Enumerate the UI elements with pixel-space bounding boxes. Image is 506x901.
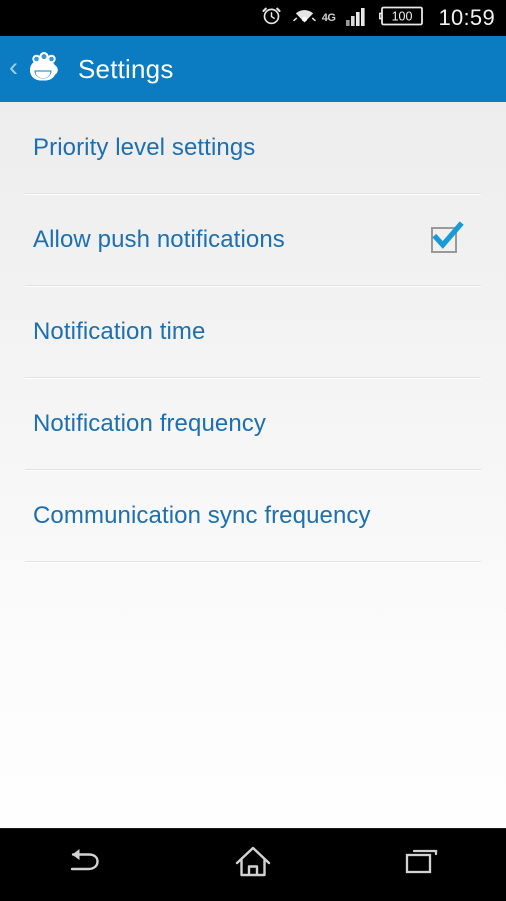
settings-list: Priority level settings Allow push notif… — [0, 102, 506, 828]
battery-icon: 100 — [379, 5, 425, 32]
row-label: Allow push notifications — [33, 225, 285, 253]
push-notifications-checkbox[interactable] — [431, 220, 464, 253]
svg-text:100: 100 — [392, 9, 413, 23]
list-divider — [25, 561, 481, 562]
app-mascot-icon[interactable] — [23, 49, 63, 89]
recents-button[interactable] — [377, 829, 467, 901]
row-notification-time[interactable]: Notification time — [0, 286, 506, 377]
signal-bars-icon — [346, 6, 368, 31]
row-label: Communication sync frequency — [33, 501, 371, 529]
back-button[interactable] — [39, 829, 129, 901]
navigation-bar — [0, 828, 506, 900]
row-label: Notification frequency — [33, 409, 266, 437]
action-bar: ‹ Settings — [0, 36, 506, 102]
row-label: Notification time — [33, 317, 206, 345]
row-allow-push-notifications[interactable]: Allow push notifications — [0, 194, 506, 285]
page-title: Settings — [78, 53, 174, 84]
home-button[interactable] — [208, 829, 298, 901]
status-bar-clock: 10:59 — [438, 5, 495, 30]
row-priority-level-settings[interactable]: Priority level settings — [0, 102, 506, 193]
back-chevron-icon[interactable]: ‹ — [7, 54, 22, 84]
network-4g-icon: 4G — [321, 12, 336, 24]
row-communication-sync-frequency[interactable]: Communication sync frequency — [0, 470, 506, 561]
status-bar: 4G 100 10:59 — [0, 0, 506, 36]
recent-apps-icon — [403, 846, 441, 883]
status-bar-icons: 4G 100 — [261, 5, 426, 32]
wifi-icon — [292, 6, 316, 31]
row-label: Priority level settings — [33, 133, 256, 161]
home-icon — [233, 844, 273, 885]
phone-screen: 4G 100 10:59 ‹ Settings Priority level s… — [0, 0, 506, 900]
row-notification-frequency[interactable]: Notification frequency — [0, 378, 506, 469]
back-arrow-icon — [63, 845, 105, 884]
alarm-clock-icon — [261, 5, 282, 31]
